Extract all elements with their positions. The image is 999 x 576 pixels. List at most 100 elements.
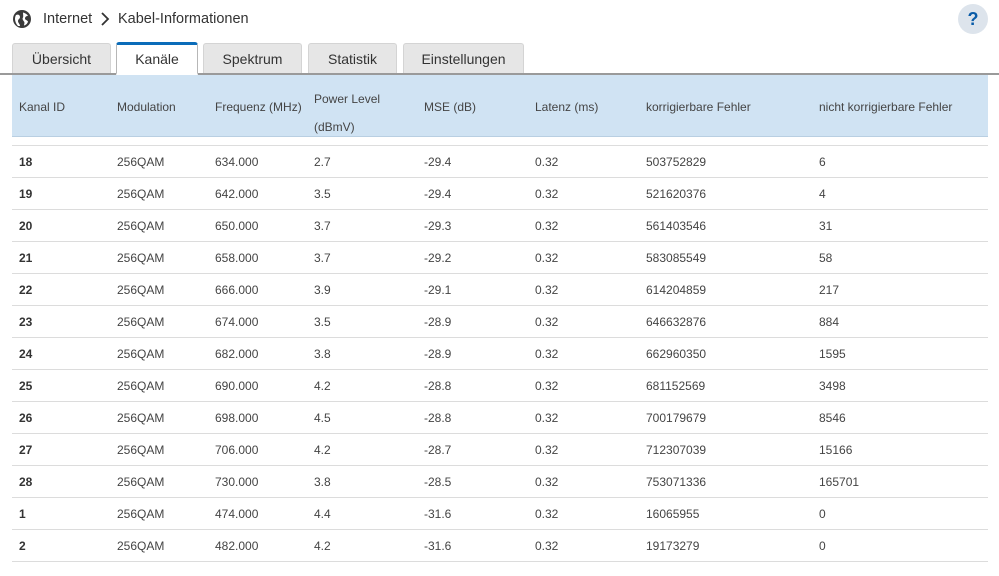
column-header-power-level-line1: Power Level	[314, 92, 381, 106]
cell-nicht-korrigierbare-fehler: 4	[819, 187, 826, 201]
cell-nicht-korrigierbare-fehler: 15166	[819, 443, 853, 457]
cell-korrigierbare-fehler: 700179679	[646, 411, 707, 425]
cell-latenz: 0.32	[535, 475, 559, 489]
cell-nicht-korrigierbare-fehler: 8546	[819, 411, 846, 425]
tab-bar: Übersicht Kanäle Spektrum Statistik Eins…	[0, 42, 999, 75]
cell-latenz: 0.32	[535, 187, 559, 201]
tab-einstellungen[interactable]: Einstellungen	[403, 43, 524, 73]
cell-korrigierbare-fehler: 503752829	[646, 155, 707, 169]
cell-latenz: 0.32	[535, 155, 559, 169]
column-header-latenz: Latenz (ms)	[535, 100, 599, 114]
cell-power-level: 3.7	[314, 251, 331, 265]
cell-modulation: 256QAM	[117, 411, 165, 425]
cell-modulation: 256QAM	[117, 315, 165, 329]
cell-power-level: 4.4	[314, 507, 331, 521]
cell-latenz: 0.32	[535, 283, 559, 297]
cell-nicht-korrigierbare-fehler: 6	[819, 155, 826, 169]
tab-kanaele[interactable]: Kanäle	[116, 42, 198, 75]
table-row: 26 256QAM 698.000 4.5 -28.8 0.32 700179679 8546	[12, 402, 988, 434]
tab-uebersicht[interactable]: Übersicht	[12, 43, 111, 73]
cell-kanal-id: 2	[19, 539, 26, 553]
cell-mse: -29.4	[424, 187, 452, 201]
cell-frequenz: 666.000	[215, 283, 259, 297]
cell-frequenz: 482.000	[215, 539, 259, 553]
cell-latenz: 0.32	[535, 219, 559, 233]
cell-power-level: 4.5	[314, 411, 331, 425]
column-header-power-level-line2: (dBmV)	[314, 120, 355, 134]
cell-nicht-korrigierbare-fehler: 1595	[819, 347, 846, 361]
cell-kanal-id: 21	[19, 251, 33, 265]
column-header-mse: MSE (dB)	[424, 100, 477, 114]
cell-power-level: 3.8	[314, 475, 331, 489]
cell-korrigierbare-fehler: 16065955	[646, 507, 700, 521]
cell-modulation: 256QAM	[117, 347, 165, 361]
cell-modulation: 256QAM	[117, 379, 165, 393]
breadcrumb-page-title: Kabel-Informationen	[118, 11, 249, 27]
table-body: 18 256QAM 634.000 2.7 -29.4 0.32 503752829 6 19 2…	[12, 146, 988, 562]
cell-korrigierbare-fehler: 662960350	[646, 347, 707, 361]
cell-mse: -28.9	[424, 347, 452, 361]
column-header-kanal-id: Kanal ID	[19, 100, 66, 114]
cell-nicht-korrigierbare-fehler: 0	[819, 507, 826, 521]
cell-power-level: 4.2	[314, 443, 331, 457]
cell-latenz: 0.32	[535, 379, 559, 393]
table-row: 18 256QAM 634.000 2.7 -29.4 0.32 503752829 6	[12, 146, 988, 178]
cell-korrigierbare-fehler: 561403546	[646, 219, 707, 233]
table-row: 24 256QAM 682.000 3.8 -28.9 0.32 662960350 1595	[12, 338, 988, 370]
cell-nicht-korrigierbare-fehler: 884	[819, 315, 840, 329]
cell-frequenz: 642.000	[215, 187, 259, 201]
cell-latenz: 0.32	[535, 251, 559, 265]
cell-kanal-id: 1	[19, 507, 26, 521]
cell-latenz: 0.32	[535, 539, 559, 553]
cell-kanal-id: 24	[19, 347, 33, 361]
column-header-frequenz: Frequenz (MHz)	[215, 100, 302, 114]
cell-kanal-id: 25	[19, 379, 33, 393]
cell-power-level: 4.2	[314, 539, 331, 553]
cell-korrigierbare-fehler: 712307039	[646, 443, 707, 457]
column-header-korrigierbare-fehler: korrigierbare Fehler	[646, 100, 751, 114]
cell-power-level: 3.5	[314, 187, 331, 201]
cell-kanal-id: 23	[19, 315, 33, 329]
cell-modulation: 256QAM	[117, 251, 165, 265]
cell-modulation: 256QAM	[117, 283, 165, 297]
cell-power-level: 4.2	[314, 379, 331, 393]
cell-power-level: 3.8	[314, 347, 331, 361]
cell-mse: -29.2	[424, 251, 452, 265]
cell-korrigierbare-fehler: 681152569	[646, 379, 706, 393]
table-header: Kanal ID Modulation Frequenz (MHz) Power…	[12, 75, 988, 137]
cell-modulation: 256QAM	[117, 155, 165, 169]
cell-mse: -31.6	[424, 539, 452, 553]
tab-spektrum[interactable]: Spektrum	[203, 43, 302, 73]
cell-kanal-id: 18	[19, 155, 33, 169]
cell-modulation: 256QAM	[117, 219, 165, 233]
cell-korrigierbare-fehler: 614204859	[646, 283, 707, 297]
cell-frequenz: 658.000	[215, 251, 259, 265]
cell-nicht-korrigierbare-fehler: 0	[819, 539, 826, 553]
cell-nicht-korrigierbare-fehler: 58	[819, 251, 833, 265]
table-row: 25 256QAM 690.000 4.2 -28.8 0.32 681152569 3498	[12, 370, 988, 402]
table-row: 2 256QAM 482.000 4.2 -31.6 0.32 19173279 0	[12, 530, 988, 562]
cell-frequenz: 698.000	[215, 411, 259, 425]
help-button[interactable]: ?	[958, 4, 988, 34]
cell-modulation: 256QAM	[117, 443, 165, 457]
cell-korrigierbare-fehler: 583085549	[646, 251, 707, 265]
cell-frequenz: 690.000	[215, 379, 259, 393]
cell-frequenz: 650.000	[215, 219, 259, 233]
cell-nicht-korrigierbare-fehler: 217	[819, 283, 840, 297]
channel-table: Kanal ID Modulation Frequenz (MHz) Power…	[12, 75, 988, 562]
cell-latenz: 0.32	[535, 411, 559, 425]
cell-frequenz: 706.000	[215, 443, 259, 457]
table-row: 1 256QAM 474.000 4.4 -31.6 0.32 16065955 0	[12, 498, 988, 530]
cell-latenz: 0.32	[535, 507, 559, 521]
tab-statistik[interactable]: Statistik	[308, 43, 397, 73]
cell-power-level: 2.7	[314, 155, 331, 169]
table-row: 23 256QAM 674.000 3.5 -28.9 0.32 646632876 884	[12, 306, 988, 338]
table-row: 19 256QAM 642.000 3.5 -29.4 0.32 521620376 4	[12, 178, 988, 210]
breadcrumb-section-link[interactable]: Internet	[43, 9, 92, 29]
cell-modulation: 256QAM	[117, 507, 165, 521]
cell-mse: -29.1	[424, 283, 452, 297]
cell-power-level: 3.5	[314, 315, 331, 329]
cell-mse: -28.8	[424, 411, 452, 425]
table-row: 28 256QAM 730.000 3.8 -28.5 0.32 753071336 1657…	[12, 466, 988, 498]
cell-kanal-id: 26	[19, 411, 33, 425]
